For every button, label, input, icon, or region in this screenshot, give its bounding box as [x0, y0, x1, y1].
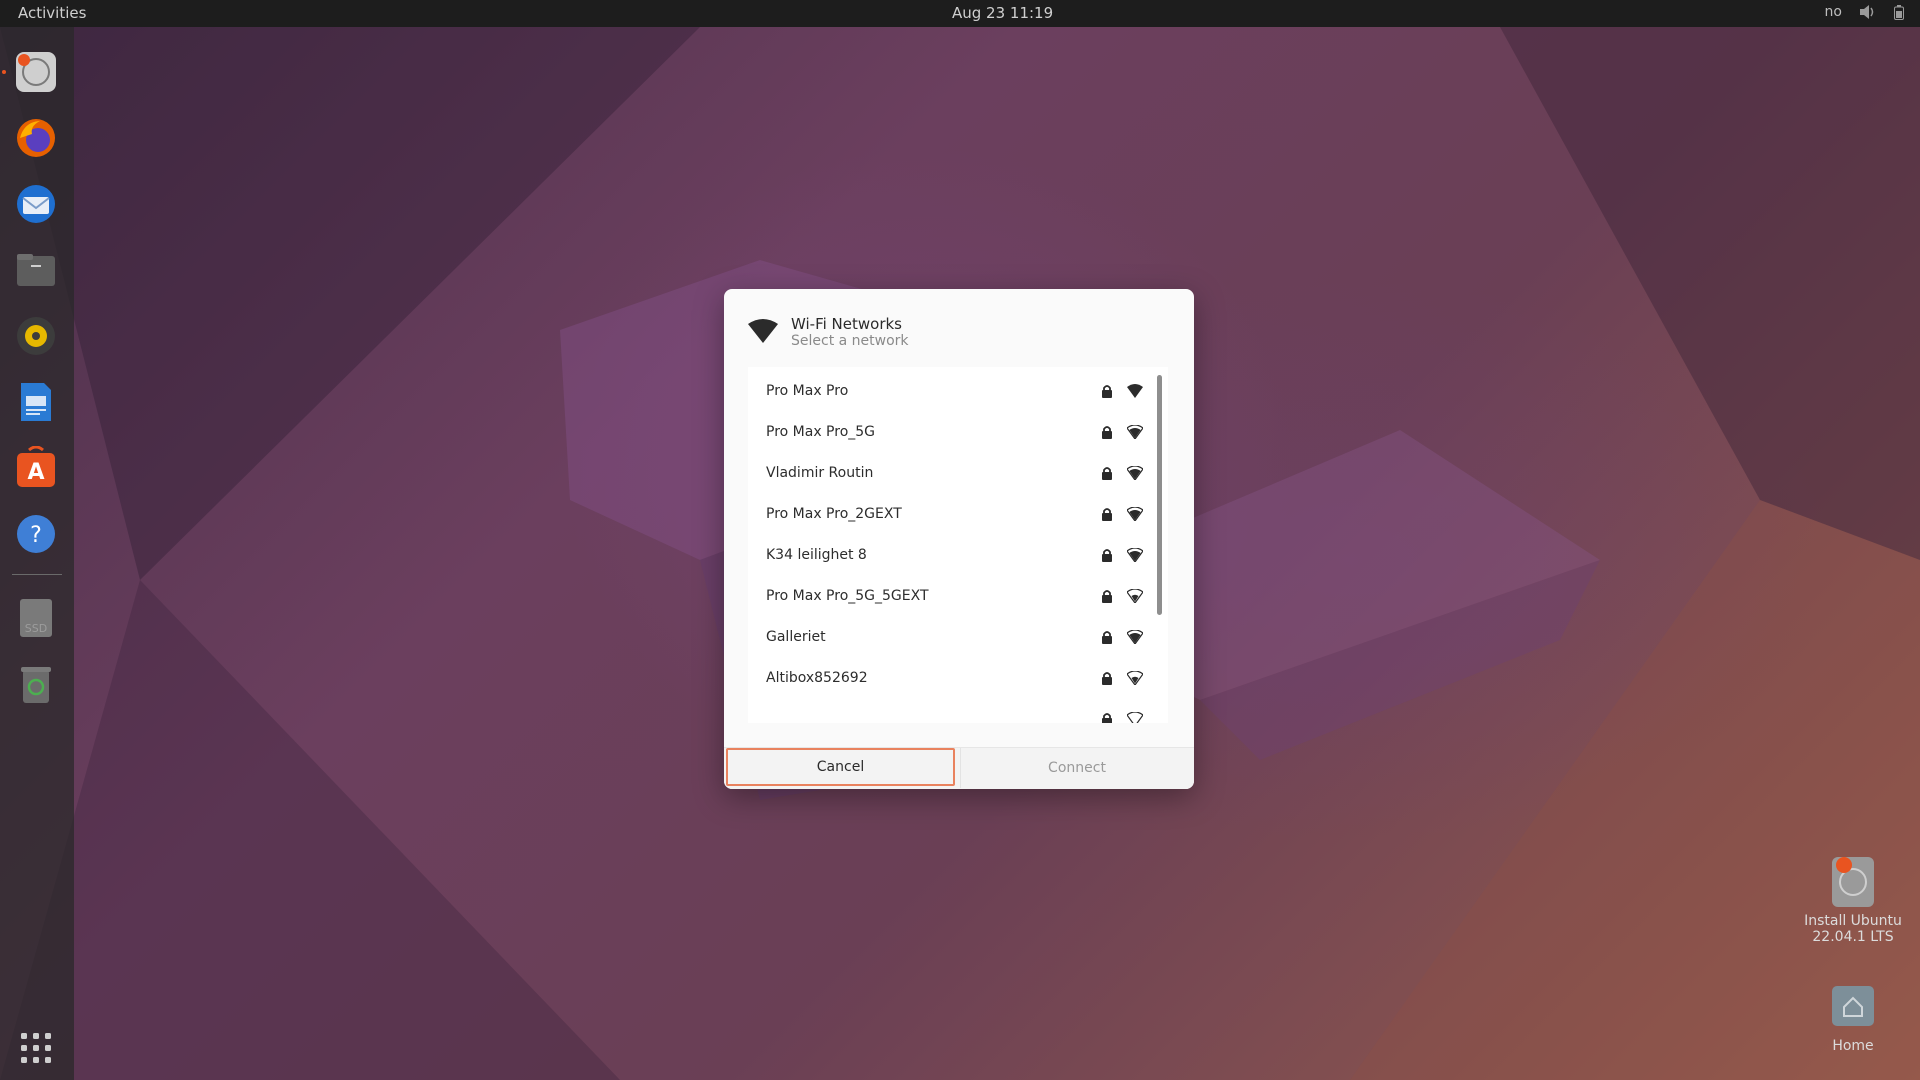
cancel-button[interactable]: Cancel: [726, 748, 955, 786]
thunderbird-icon: [17, 185, 55, 223]
network-name: Pro Max Pro: [766, 383, 849, 399]
install-ubuntu-label-2: 22.04.1 LTS: [1812, 929, 1894, 945]
volume-icon[interactable]: [1860, 5, 1876, 19]
home-label: Home: [1832, 1038, 1874, 1054]
network-name: Galleriet: [766, 629, 826, 645]
signal-full-icon: [1127, 384, 1143, 398]
lock-icon: [1102, 426, 1112, 439]
dock-item-help[interactable]: ?: [14, 512, 58, 556]
dock-item-files[interactable]: [14, 248, 58, 292]
show-apps-icon: [21, 1033, 51, 1063]
network-row[interactable]: Pro Max Pro_2GEXT: [748, 495, 1168, 536]
signal-good-icon: [1127, 425, 1143, 439]
help-icon: ?: [17, 515, 55, 553]
network-row[interactable]: Galleriet: [748, 618, 1168, 659]
app-center-icon: A: [17, 446, 55, 487]
lock-icon: [1102, 385, 1112, 398]
libreoffice-writer-icon: [21, 383, 51, 421]
network-name: Pro Max Pro_5G_5GEXT: [766, 588, 929, 604]
signal-good-icon: [1127, 466, 1143, 480]
svg-text:SSD: SSD: [25, 622, 47, 635]
drive-icon: SSD: [20, 599, 52, 637]
clock[interactable]: Aug 23 11:19: [952, 4, 1053, 22]
svg-text:A: A: [27, 460, 44, 485]
network-row[interactable]: Pro Max Pro: [748, 372, 1168, 413]
network-list[interactable]: Pro Max Pro Pro Max Pro_5G Vladimir Rout…: [748, 367, 1168, 723]
signal-good-icon: [1127, 630, 1143, 644]
lock-icon: [1102, 672, 1112, 685]
top-bar: Activities Aug 23 11:19 no: [0, 0, 1920, 27]
dock-item-show-apps[interactable]: [14, 1026, 58, 1070]
dock-item-trash[interactable]: [14, 662, 58, 706]
network-row[interactable]: Pro Max Pro_5G_5GEXT: [748, 577, 1168, 618]
files-icon: [17, 254, 55, 286]
signal-good-icon: [1127, 507, 1143, 521]
dialog-subtitle: Select a network: [791, 333, 909, 349]
lock-icon: [1102, 467, 1112, 480]
battery-icon[interactable]: [1894, 4, 1904, 20]
dock: A ? SSD: [0, 27, 74, 1080]
network-row-partial[interactable]: [748, 700, 1168, 723]
dock-item-firefox[interactable]: [14, 116, 58, 160]
network-row[interactable]: Altibox852692: [748, 659, 1168, 700]
lock-icon: [1102, 631, 1112, 644]
desktop-icon-home[interactable]: Home: [1803, 978, 1903, 1054]
network-name: Pro Max Pro_5G: [766, 424, 876, 440]
network-row[interactable]: Vladimir Routin: [748, 454, 1168, 495]
signal-good-icon: [1127, 548, 1143, 562]
firefox-icon: [17, 119, 55, 157]
network-name: Altibox852692: [766, 670, 868, 686]
signal-ok-icon: [1127, 589, 1143, 603]
system-tray[interactable]: no: [1825, 4, 1904, 20]
dialog-title: Wi-Fi Networks: [791, 315, 902, 333]
svg-text:?: ?: [30, 523, 42, 548]
lock-icon: [1102, 713, 1112, 723]
dock-item-writer[interactable]: [14, 380, 58, 424]
signal-ok-icon: [1127, 712, 1143, 723]
install-ubuntu-icon: [1830, 853, 1876, 907]
lock-icon: [1102, 508, 1112, 521]
dock-item-installer[interactable]: [14, 50, 58, 94]
dock-item-app-center[interactable]: A: [14, 446, 58, 490]
trash-icon: [21, 667, 51, 703]
dialog-button-bar: Cancel Connect: [724, 747, 1194, 789]
wifi-icon: [748, 319, 778, 343]
home-folder-icon: [1830, 978, 1876, 1032]
activities-button[interactable]: Activities: [18, 4, 86, 22]
network-row[interactable]: Pro Max Pro_5G: [748, 413, 1168, 454]
network-name: K34 leilighet 8: [766, 547, 867, 563]
dock-item-thunderbird[interactable]: [14, 182, 58, 226]
network-name: Pro Max Pro_2GEXT: [766, 506, 902, 522]
install-ubuntu-label-1: Install Ubuntu: [1804, 913, 1902, 929]
ubuntu-installer-icon: [16, 52, 56, 92]
connect-button[interactable]: Connect: [960, 748, 1193, 788]
keyboard-layout-indicator[interactable]: no: [1825, 4, 1842, 20]
active-indicator: [2, 70, 6, 74]
dock-separator: [12, 574, 62, 575]
network-name: Vladimir Routin: [766, 465, 874, 481]
lock-icon: [1102, 590, 1112, 603]
wifi-dialog: Wi-Fi Networks Select a network Pro Max …: [724, 289, 1194, 789]
lock-icon: [1102, 549, 1112, 562]
network-row[interactable]: K34 leilighet 8: [748, 536, 1168, 577]
rhythmbox-icon: [17, 317, 55, 355]
signal-ok-icon: [1127, 671, 1143, 685]
dock-item-drive[interactable]: SSD: [14, 596, 58, 640]
network-list-scrollbar[interactable]: [1157, 375, 1162, 615]
dock-item-rhythmbox[interactable]: [14, 314, 58, 358]
desktop-icon-install-ubuntu[interactable]: Install Ubuntu 22.04.1 LTS: [1803, 853, 1903, 945]
dialog-header: Wi-Fi Networks Select a network: [748, 313, 1168, 353]
